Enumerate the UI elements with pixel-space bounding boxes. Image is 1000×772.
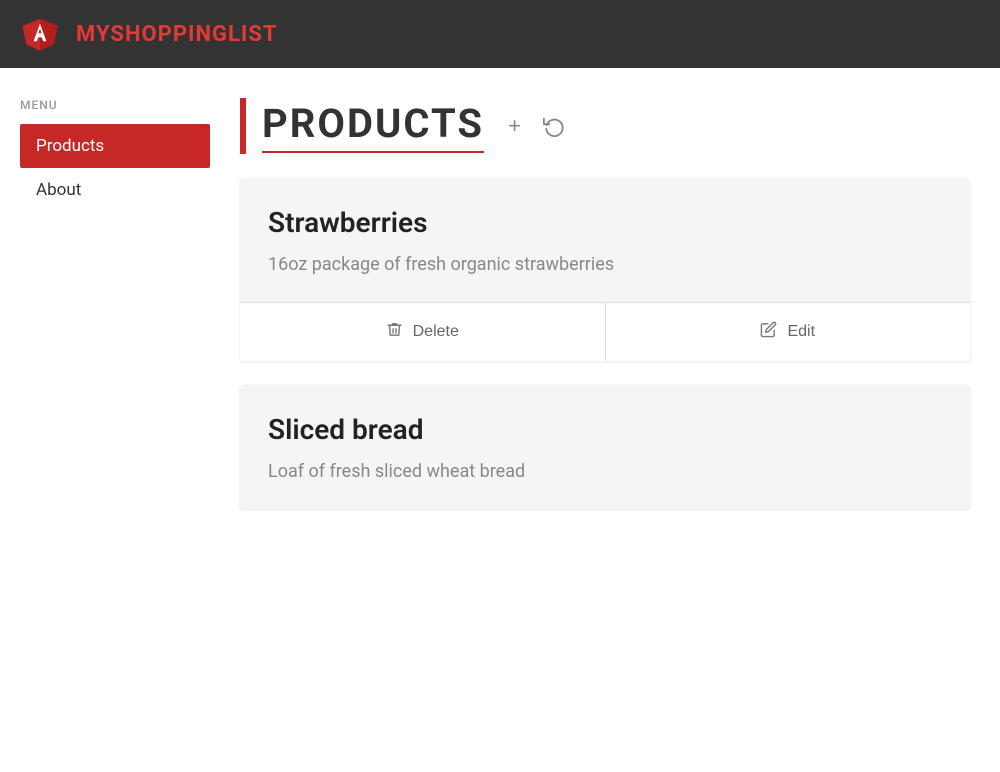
app-header: MYSHOPPINGLIST [0, 0, 1000, 68]
sidebar-menu-label: MENU [20, 98, 210, 112]
trash-icon [386, 321, 403, 343]
main-content: PRODUCTS + Strawberries 16oz package of … [210, 98, 1000, 533]
page-title-bar: PRODUCTS + [240, 98, 970, 154]
delete-product-button[interactable]: Delete [240, 303, 606, 361]
product-name: Sliced bread [268, 413, 942, 446]
product-card: Sliced bread Loaf of fresh sliced wheat … [240, 385, 970, 509]
sidebar-item-about[interactable]: About [20, 168, 210, 212]
page-title: PRODUCTS [262, 100, 484, 153]
product-description: Loaf of fresh sliced wheat bread [268, 458, 942, 485]
app-logo [20, 14, 60, 54]
sidebar-item-products[interactable]: Products [20, 124, 210, 168]
sidebar: MENU Products About [0, 98, 210, 533]
product-card-body: Strawberries 16oz package of fresh organ… [240, 178, 970, 302]
product-description: 16oz package of fresh organic strawberri… [268, 251, 942, 278]
product-name: Strawberries [268, 206, 942, 239]
app-title: MYSHOPPINGLIST [76, 22, 278, 47]
page-title-actions: + [504, 109, 569, 143]
edit-product-button[interactable]: Edit [606, 303, 971, 361]
refresh-button[interactable] [539, 111, 569, 141]
product-card-actions: Delete Edit [240, 302, 970, 361]
product-card: Strawberries 16oz package of fresh organ… [240, 178, 970, 361]
product-card-body: Sliced bread Loaf of fresh sliced wheat … [240, 385, 970, 509]
add-product-button[interactable]: + [504, 109, 525, 143]
title-accent-bar [240, 98, 246, 154]
edit-icon [760, 321, 777, 343]
